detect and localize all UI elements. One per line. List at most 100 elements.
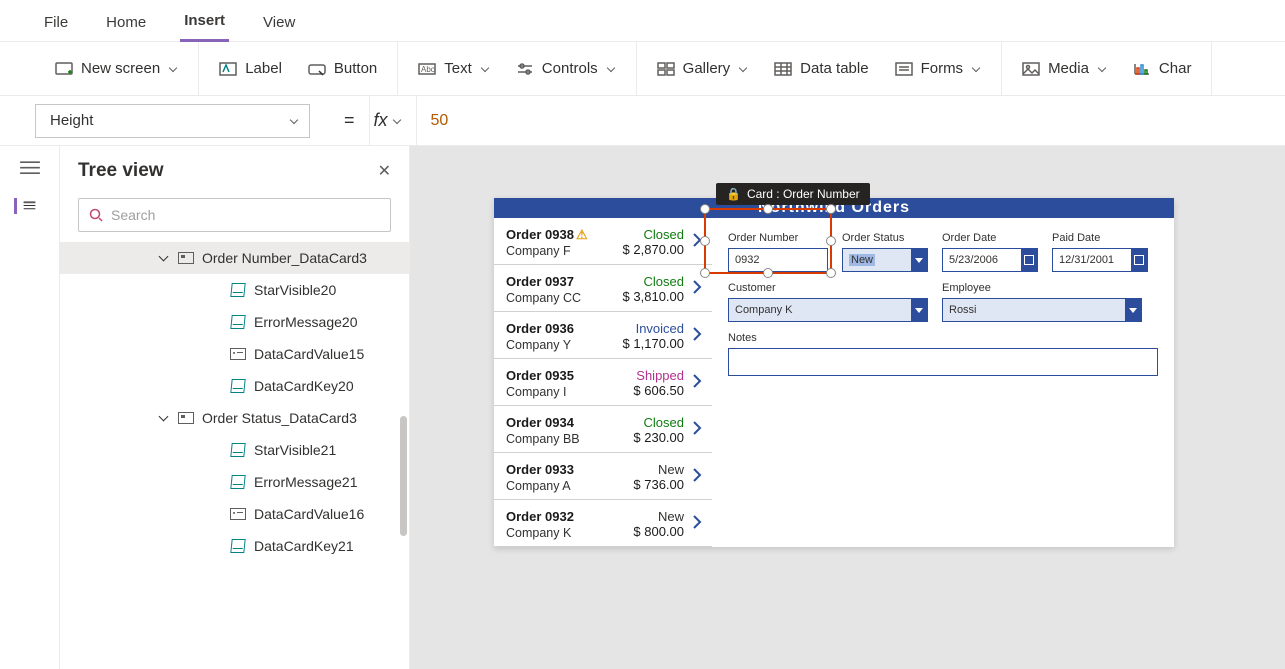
datacard-icon: [178, 411, 194, 425]
field-employee: Employee Rossi: [942, 282, 1142, 322]
formula-input[interactable]: 50: [416, 96, 1285, 145]
chart-dropdown[interactable]: Char: [1133, 60, 1192, 78]
new-screen-button[interactable]: New screen: [55, 60, 178, 78]
tree-node-datacardvalue16[interactable]: DataCardValue16: [60, 498, 409, 530]
order-status: New: [633, 462, 684, 477]
tree-node-datacardkey21[interactable]: DataCardKey21: [60, 530, 409, 562]
menu-view[interactable]: View: [259, 8, 299, 41]
collapse-icon[interactable]: [160, 253, 170, 263]
control-icon: [230, 475, 246, 489]
control-icon: [230, 347, 246, 361]
forms-icon: [895, 60, 913, 78]
forms-dropdown[interactable]: Forms: [895, 60, 982, 78]
calendar-icon: [1021, 249, 1037, 271]
tree-view-icon[interactable]: [14, 198, 36, 214]
order-amount: $ 736.00: [633, 477, 684, 492]
tree-node-datacardvalue15[interactable]: DataCardValue15: [60, 338, 409, 370]
label-button[interactable]: Label: [219, 60, 282, 78]
notes-input[interactable]: [728, 348, 1158, 376]
order-amount: $ 606.50: [633, 383, 684, 398]
employee-value: Rossi: [949, 304, 977, 316]
customer-select[interactable]: Company K: [728, 298, 928, 322]
collapse-icon[interactable]: [160, 413, 170, 423]
control-icon: [230, 315, 246, 329]
order-status: Shipped: [633, 368, 684, 383]
left-rail: [0, 146, 60, 669]
tree-search-input[interactable]: Search: [78, 198, 391, 232]
dropdown-icon: [1125, 299, 1141, 321]
gallery-dropdown[interactable]: Gallery: [657, 60, 749, 78]
field-notes: Notes: [728, 332, 1158, 376]
menu-insert[interactable]: Insert: [180, 6, 229, 42]
media-icon: [1022, 60, 1040, 78]
button-button[interactable]: Button: [308, 60, 377, 78]
tree-label: StarVisible20: [254, 282, 336, 298]
menu-home[interactable]: Home: [102, 8, 150, 41]
order-row[interactable]: Order 0937Company CCClosed$ 3,810.00: [494, 265, 712, 312]
fx-button[interactable]: fx: [369, 96, 416, 145]
tree-node-order-status-datacard[interactable]: Order Status_DataCard3: [60, 402, 409, 434]
tree-node-errormessage21[interactable]: ErrorMessage21: [60, 466, 409, 498]
selection-tag-text: Card : Order Number: [747, 187, 860, 201]
controls-icon: [516, 60, 534, 78]
design-canvas[interactable]: Northwind Orders Order 0938⚠Company FClo…: [410, 146, 1285, 669]
order-status: Closed: [623, 227, 684, 242]
order-row[interactable]: Order 0936Company YInvoiced$ 1,170.00: [494, 312, 712, 359]
order-row[interactable]: Order 0933Company ANew$ 736.00: [494, 453, 712, 500]
tree-node-datacardkey20[interactable]: DataCardKey20: [60, 370, 409, 402]
order-status: New: [633, 509, 684, 524]
customer-label: Customer: [728, 282, 928, 294]
label-icon: [219, 60, 237, 78]
datatable-icon: [774, 60, 792, 78]
order-row[interactable]: Order 0932Company KNew$ 800.00: [494, 500, 712, 547]
order-company: Company K: [506, 526, 633, 540]
order-row[interactable]: Order 0935Company IShipped$ 606.50: [494, 359, 712, 406]
ribbon-gallery-label: Gallery: [683, 60, 731, 77]
tree-node-order-number-datacard[interactable]: Order Number_DataCard3: [60, 242, 409, 274]
order-id: Order 0935: [506, 368, 574, 383]
control-icon: [230, 443, 246, 457]
paid-date-label: Paid Date: [1052, 232, 1148, 244]
paid-date-input[interactable]: 12/31/2001: [1052, 248, 1148, 272]
tree-label: ErrorMessage20: [254, 314, 358, 330]
chart-icon: [1133, 60, 1151, 78]
selection-box[interactable]: 🔒 Card : Order Number: [704, 208, 832, 274]
chevron-right-icon: [692, 373, 702, 394]
hamburger-icon[interactable]: [19, 160, 41, 176]
order-row[interactable]: Order 0938⚠Company FClosed$ 2,870.00: [494, 218, 712, 265]
order-amount: $ 1,170.00: [623, 336, 684, 351]
chevron-down-icon: [168, 64, 178, 74]
text-dropdown[interactable]: Abc Text: [418, 60, 490, 78]
chevron-down-icon: [971, 64, 981, 74]
calendar-icon: [1131, 249, 1147, 271]
controls-dropdown[interactable]: Controls: [516, 60, 616, 78]
tree-label: StarVisible21: [254, 442, 336, 458]
ribbon: New screen Label Button Abc Text Control…: [0, 42, 1285, 96]
menu-file[interactable]: File: [40, 8, 72, 41]
chevron-down-icon: [392, 116, 402, 126]
chevron-down-icon: [480, 64, 490, 74]
order-status-value: New: [849, 254, 875, 266]
customer-value: Company K: [735, 304, 792, 316]
order-date-input[interactable]: 5/23/2006: [942, 248, 1038, 272]
order-id: Order 0938⚠: [506, 227, 588, 243]
order-id: Order 0937: [506, 274, 574, 289]
app-preview: Northwind Orders Order 0938⚠Company FClo…: [494, 198, 1174, 547]
orders-gallery[interactable]: Order 0938⚠Company FClosed$ 2,870.00Orde…: [494, 218, 712, 547]
tree-label: ErrorMessage21: [254, 474, 358, 490]
media-dropdown[interactable]: Media: [1022, 60, 1107, 78]
close-icon[interactable]: ✕: [378, 161, 391, 181]
order-amount: $ 2,870.00: [623, 242, 684, 257]
order-status: Closed: [633, 415, 684, 430]
employee-select[interactable]: Rossi: [942, 298, 1142, 322]
datacard-icon: [178, 251, 194, 265]
datatable-button[interactable]: Data table: [774, 60, 868, 78]
tree-node-starvisible20[interactable]: StarVisible20: [60, 274, 409, 306]
property-selector[interactable]: Height: [35, 104, 310, 138]
order-row[interactable]: Order 0934Company BBClosed$ 230.00: [494, 406, 712, 453]
order-status-select[interactable]: New: [842, 248, 928, 272]
scrollbar[interactable]: [400, 416, 407, 536]
ribbon-button-text: Button: [334, 60, 377, 77]
tree-node-starvisible21[interactable]: StarVisible21: [60, 434, 409, 466]
tree-node-errormessage20[interactable]: ErrorMessage20: [60, 306, 409, 338]
